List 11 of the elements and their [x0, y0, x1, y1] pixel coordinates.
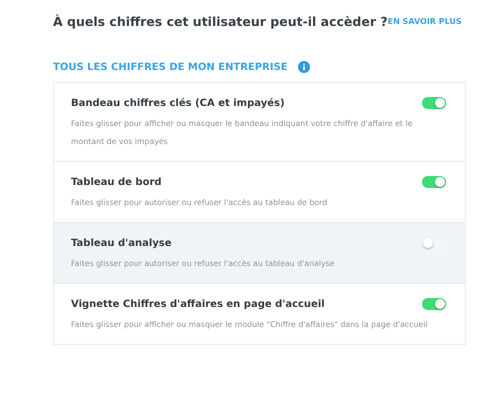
toggle-switch[interactable] [422, 298, 446, 310]
learn-more-link[interactable]: EN SAVOIR PLUS [388, 17, 462, 26]
setting-title: Vignette Chiffres d'affaires en page d'accueil [71, 298, 325, 310]
setting-title: Bandeau chiffres clés (CA et impayés) [71, 98, 285, 108]
toggle-switch[interactable] [422, 176, 446, 188]
section-title: TOUS LES CHIFFRES DE MON ENTREPRISE [53, 62, 288, 72]
setting-title: Tableau d'analyse [71, 238, 172, 248]
toggle-switch[interactable] [422, 97, 446, 109]
info-icon[interactable] [298, 61, 310, 73]
page-heading: À quels chiffres cet utilisateur peut-il accèder ? [53, 14, 388, 29]
setting-title: Tableau de bord [71, 176, 162, 188]
